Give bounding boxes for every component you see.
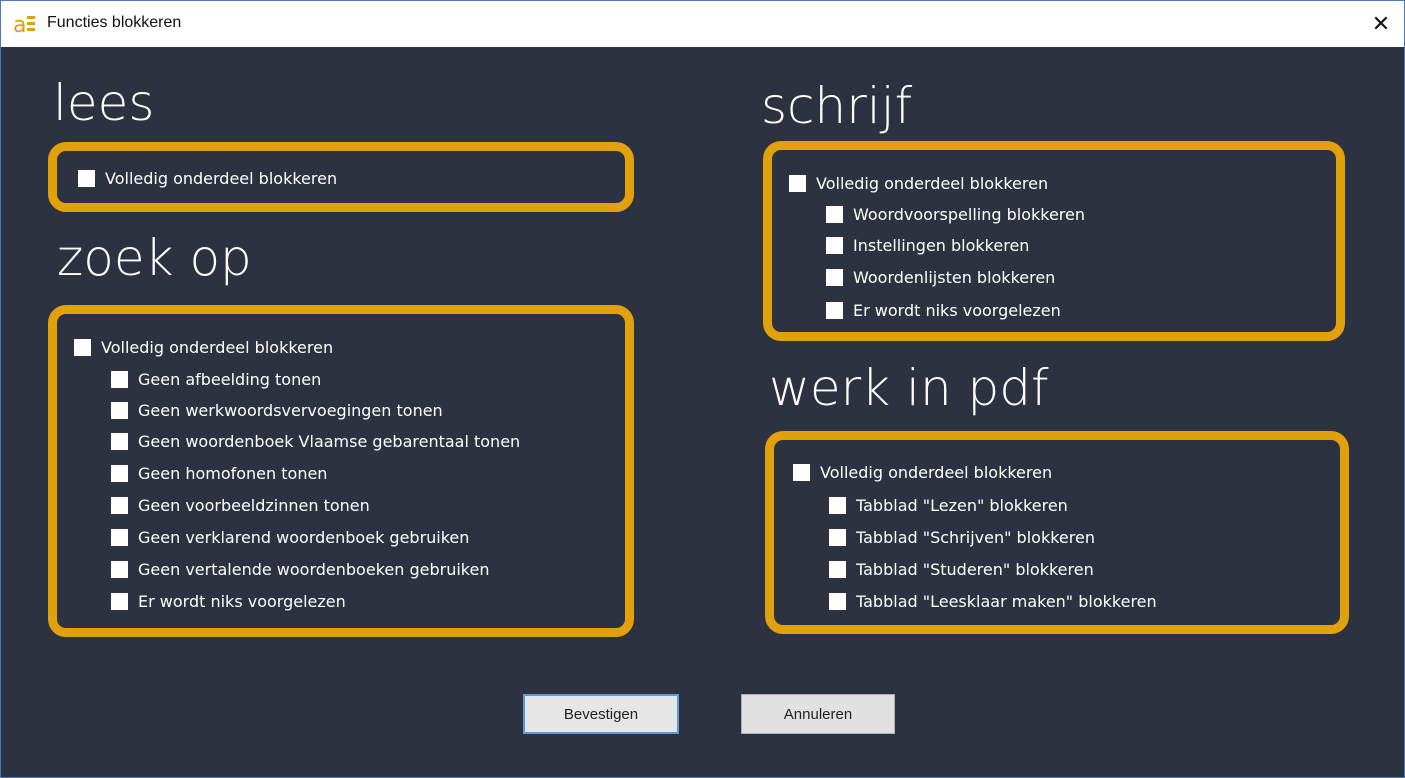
checkbox-row-pdf-main[interactable]: Volledig onderdeel blokkeren [793,463,1052,482]
checkbox-row-zoek-main[interactable]: Volledig onderdeel blokkeren [74,338,333,357]
checkbox-row-zoek-item[interactable]: Geen woordenboek Vlaamse gebarentaal ton… [111,432,520,451]
checkbox-label: Geen homofonen tonen [138,464,328,483]
checkbox-row-pdf-item[interactable]: Tabblad "Lezen" blokkeren [829,496,1068,515]
checkbox[interactable] [789,175,806,192]
checkbox-label: Woordvoorspelling blokkeren [853,205,1085,224]
dialog-window: a Functies blokkeren ✕ lees Volledig ond… [0,0,1405,778]
window-title: Functies blokkeren [47,14,182,31]
checkbox[interactable] [111,561,128,578]
checkbox-label: Volledig onderdeel blokkeren [820,463,1053,482]
section-title-schrijf: schrijf [761,77,913,135]
checkbox-label: Tabblad "Lezen" blokkeren [856,496,1068,515]
checkbox[interactable] [74,339,91,356]
close-icon[interactable]: ✕ [1358,1,1404,47]
checkbox-row-schrijf-item[interactable]: Er wordt niks voorgelezen [826,301,1061,320]
section-title-zoek-op: zoek op [57,229,252,287]
checkbox[interactable] [793,464,810,481]
checkbox-row-zoek-item[interactable]: Er wordt niks voorgelezen [111,592,346,611]
checkbox[interactable] [111,371,128,388]
checkbox-row-schrijf-item[interactable]: Woordvoorspelling blokkeren [826,205,1085,224]
checkbox[interactable] [826,206,843,223]
checkbox-label: Tabblad "Leesklaar maken" blokkeren [856,592,1157,611]
checkbox-row-zoek-item[interactable]: Geen vertalende woordenboeken gebruiken [111,560,489,579]
checkbox-label: Woordenlijsten blokkeren [853,268,1056,287]
section-title-lees: lees [53,74,155,132]
checkbox-row-zoek-item[interactable]: Geen voorbeeldzinnen tonen [111,496,370,515]
checkbox[interactable] [829,529,846,546]
checkbox-label: Er wordt niks voorgelezen [138,592,346,611]
checkbox[interactable] [829,593,846,610]
checkbox-label: Tabblad "Studeren" blokkeren [856,560,1094,579]
checkbox-label: Volledig onderdeel blokkeren [101,338,334,357]
checkbox-label: Tabblad "Schrijven" blokkeren [856,528,1095,547]
checkbox-label: Instellingen blokkeren [853,236,1030,255]
checkbox[interactable] [78,170,95,187]
checkbox-label: Geen vertalende woordenboeken gebruiken [138,560,490,579]
checkbox[interactable] [111,593,128,610]
checkbox[interactable] [111,402,128,419]
checkbox[interactable] [111,465,128,482]
checkbox-row-schrijf-main[interactable]: Volledig onderdeel blokkeren [789,174,1048,193]
checkbox-row-zoek-item[interactable]: Geen homofonen tonen [111,464,327,483]
dialog-content: lees Volledig onderdeel blokkeren zoek o… [1,48,1404,777]
title-bar: a Functies blokkeren ✕ [1,1,1404,47]
checkbox-row-zoek-item[interactable]: Geen werkwoordsvervoegingen tonen [111,401,443,420]
checkbox-label: Geen woordenboek Vlaamse gebarentaal ton… [138,432,521,451]
checkbox-row-schrijf-item[interactable]: Instellingen blokkeren [826,236,1029,255]
cancel-button[interactable]: Annuleren [741,694,895,734]
checkbox[interactable] [829,561,846,578]
svg-text:a: a [13,13,26,37]
checkbox-row-zoek-item[interactable]: Geen afbeelding tonen [111,370,321,389]
checkbox[interactable] [111,529,128,546]
checkbox[interactable] [829,497,846,514]
checkbox-row-pdf-item[interactable]: Tabblad "Schrijven" blokkeren [829,528,1095,547]
checkbox-label: Geen werkwoordsvervoegingen tonen [138,401,443,420]
checkbox-row-pdf-item[interactable]: Tabblad "Studeren" blokkeren [829,560,1094,579]
app-logo-icon: a [13,13,35,37]
checkbox[interactable] [111,433,128,450]
checkbox-label: Geen verklarend woordenboek gebruiken [138,528,470,547]
checkbox-row-lees-main[interactable]: Volledig onderdeel blokkeren [78,169,337,188]
checkbox-label: Geen afbeelding tonen [138,370,322,389]
checkbox[interactable] [826,237,843,254]
checkbox-label: Geen voorbeeldzinnen tonen [138,496,370,515]
section-title-werk-in-pdf: werk in pdf [769,359,1049,417]
checkbox[interactable] [826,269,843,286]
checkbox-row-pdf-item[interactable]: Tabblad "Leesklaar maken" blokkeren [829,592,1157,611]
checkbox-label: Er wordt niks voorgelezen [853,301,1061,320]
checkbox-row-zoek-item[interactable]: Geen verklarend woordenboek gebruiken [111,528,469,547]
checkbox-row-schrijf-item[interactable]: Woordenlijsten blokkeren [826,268,1055,287]
confirm-button[interactable]: Bevestigen [523,694,679,734]
checkbox-label: Volledig onderdeel blokkeren [105,169,338,188]
checkbox[interactable] [826,302,843,319]
checkbox[interactable] [111,497,128,514]
checkbox-label: Volledig onderdeel blokkeren [816,174,1049,193]
